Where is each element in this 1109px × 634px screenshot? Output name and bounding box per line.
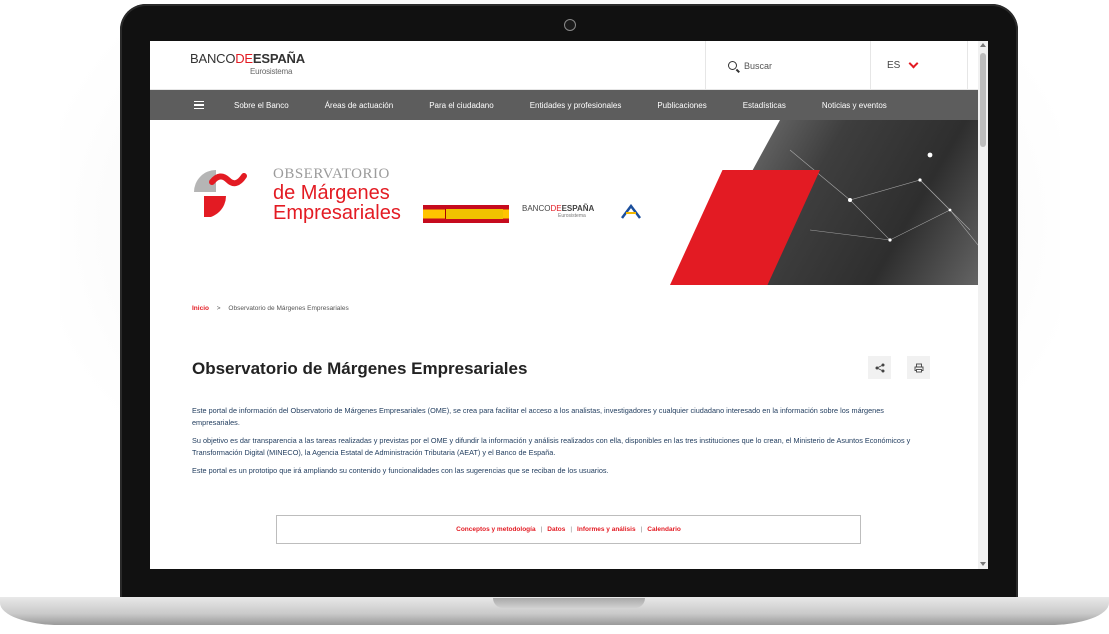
nav-item-areas-de-actuacion[interactable]: Áreas de actuación [325, 101, 394, 110]
laptop-scene: BANCODEESPAÑA Eurosistema Buscar ES Sobr… [0, 0, 1109, 634]
nav-item-entidades-y-profesionales[interactable]: Entidades y profesionales [530, 101, 622, 110]
browser-viewport: BANCODEESPAÑA Eurosistema Buscar ES Sobr… [150, 41, 988, 569]
bde-small-banco: BANCO [522, 204, 551, 213]
site-header: BANCODEESPAÑA Eurosistema Buscar ES [150, 41, 978, 90]
page-title: Observatorio de Márgenes Empresariales [192, 359, 528, 378]
ome-line-margenes: de Márgenes [273, 182, 390, 204]
page-intro: Este portal de información del Observato… [192, 405, 927, 484]
print-icon [914, 363, 923, 372]
search-box[interactable]: Buscar [705, 41, 870, 90]
nav-item-publicaciones[interactable]: Publicaciones [657, 101, 706, 110]
breadcrumb: Inicio > Observatorio de Márgenes Empres… [192, 305, 349, 312]
hero-banner: OBSERVATORIO de Márgenes Empresariales B… [150, 120, 978, 285]
menu-icon[interactable] [194, 101, 204, 109]
breadcrumb-separator: > [216, 305, 221, 312]
vertical-scrollbar[interactable] [978, 41, 988, 569]
banco-de-espana-logo[interactable]: BANCODEESPAÑA Eurosistema [190, 51, 305, 76]
breadcrumb-current: Observatorio de Márgenes Empresariales [228, 305, 349, 312]
logo-subtitle: Eurosistema [250, 67, 293, 76]
aeat-logo-icon [621, 204, 641, 219]
print-button[interactable] [907, 356, 930, 379]
intro-paragraph-2: Su objetivo es dar transparencia a las t… [192, 436, 911, 457]
camera-icon [564, 19, 576, 31]
language-code: ES [887, 60, 901, 71]
logo-text-de: DE [235, 51, 253, 66]
nav-item-estadisticas[interactable]: Estadísticas [743, 101, 786, 110]
language-selector[interactable]: ES [870, 41, 968, 90]
nav-item-para-el-ciudadano[interactable]: Para el ciudadano [429, 101, 494, 110]
link-conceptos-y-metodologia[interactable]: Conceptos y metodología [456, 526, 535, 533]
nav-item-noticias-y-eventos[interactable]: Noticias y eventos [822, 101, 887, 110]
scroll-up-arrow-icon[interactable] [980, 43, 986, 47]
logo-text-espana: ESPAÑA [252, 51, 305, 66]
section-links-box: Conceptos y metodología | Datos | Inform… [276, 515, 861, 544]
link-informes-y-analisis[interactable]: Informes y análisis [577, 526, 636, 533]
link-datos[interactable]: Datos [547, 526, 565, 533]
link-separator: | [640, 526, 643, 533]
ome-logo-icon [194, 170, 247, 217]
scroll-down-arrow-icon[interactable] [980, 562, 986, 566]
main-nav: Sobre el Banco Áreas de actuación Para e… [150, 90, 978, 120]
link-calendario[interactable]: Calendario [647, 526, 681, 533]
link-separator: | [570, 526, 573, 533]
banco-de-espana-small-logo: BANCODEESPAÑA Eurosistema [522, 204, 594, 219]
share-icon [875, 363, 884, 372]
search-icon [728, 61, 737, 70]
link-separator: | [540, 526, 543, 533]
breadcrumb-home-link[interactable]: Inicio [192, 305, 209, 312]
share-button[interactable] [868, 356, 891, 379]
intro-paragraph-3: Este portal es un prototipo que irá ampl… [192, 466, 609, 475]
logo-text-banco: BANCO [190, 51, 236, 66]
gobierno-de-espana-logo [423, 205, 509, 223]
laptop-notch [493, 598, 645, 608]
nav-item-sobre-el-banco[interactable]: Sobre el Banco [234, 101, 289, 110]
intro-paragraph-1: Este portal de información del Observato… [192, 406, 884, 427]
ome-line-observatorio: OBSERVATORIO [273, 166, 390, 182]
bde-small-de: DE [550, 204, 562, 213]
ome-line-empresariales: Empresariales [273, 202, 401, 224]
scrollbar-thumb[interactable] [980, 53, 986, 147]
search-label: Buscar [744, 60, 773, 71]
ome-logo-text: OBSERVATORIO de Márgenes Empresariales [273, 166, 401, 223]
chevron-down-icon [908, 58, 919, 69]
bde-small-subtitle: Eurosistema [558, 213, 586, 219]
bde-small-espana: ESPAÑA [561, 204, 595, 213]
